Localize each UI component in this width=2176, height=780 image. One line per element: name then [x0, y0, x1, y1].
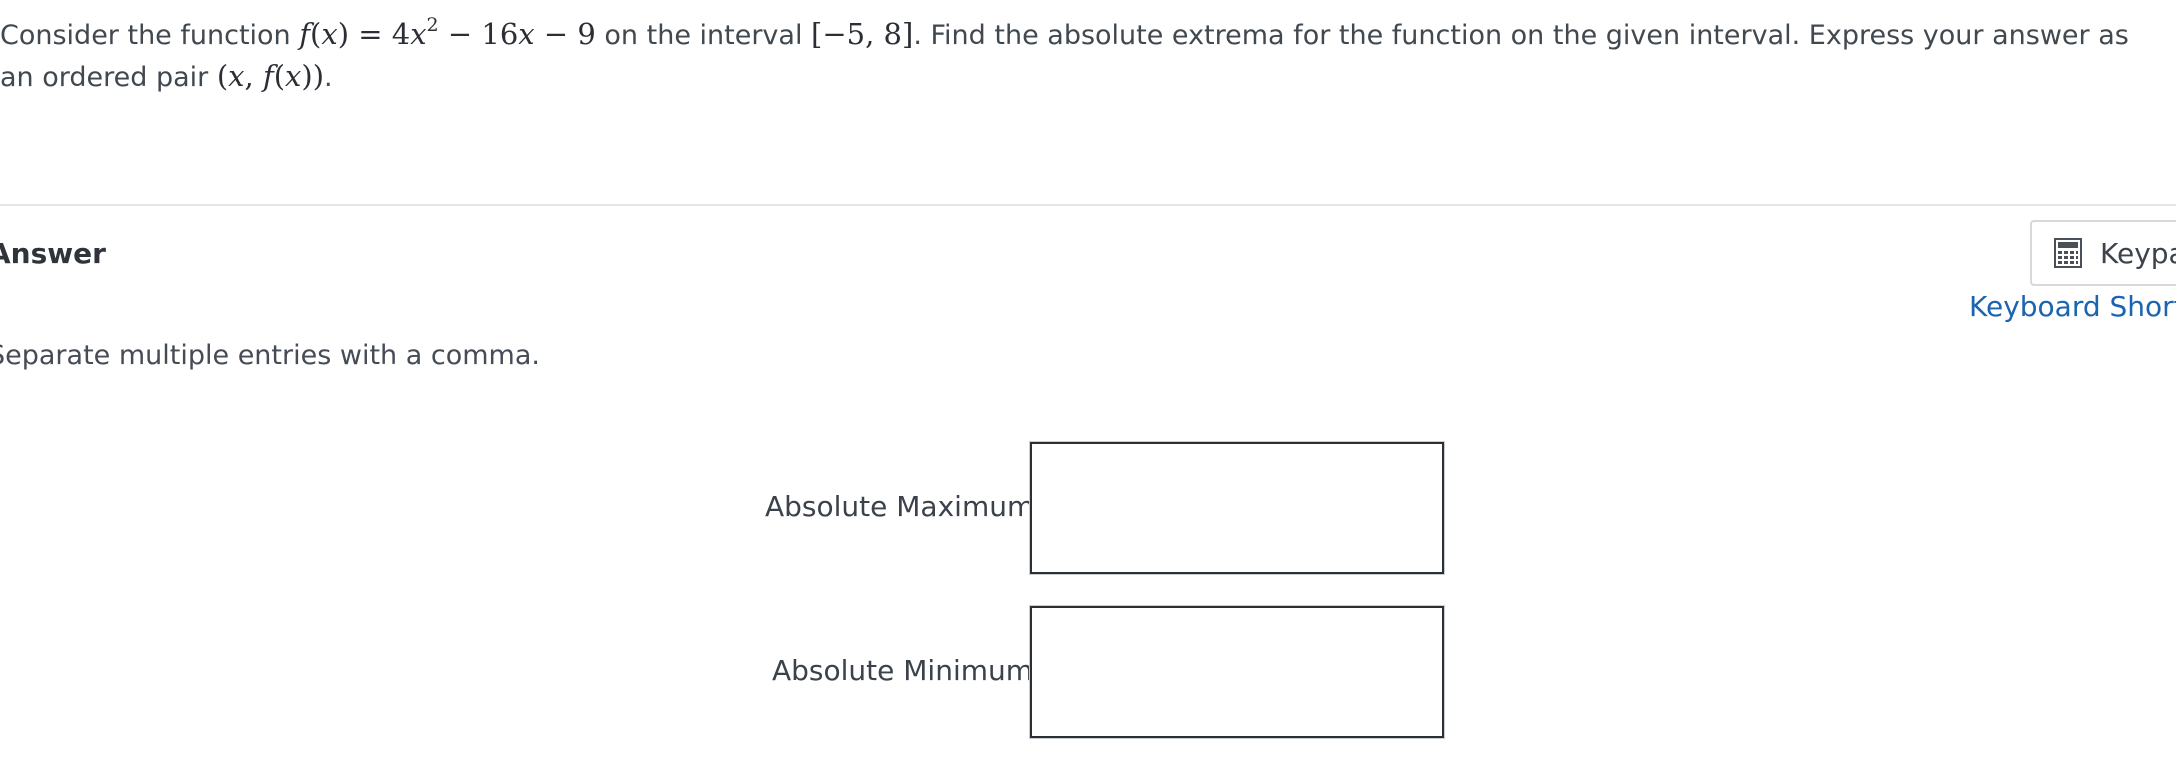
absolute-maximum-label: Absolute Maximum:: [765, 490, 1044, 523]
question-end: .: [324, 62, 333, 93]
keypad-label: Keypad: [2100, 236, 2176, 270]
function-expression: f(x) = 4x2 − 16x − 9: [299, 14, 596, 52]
section-divider: [0, 204, 2176, 206]
ordered-pair: (x, f(x)): [216, 59, 325, 93]
keyboard-shortcuts-link[interactable]: Keyboard Shortcuts: [1969, 290, 2176, 323]
absolute-maximum-input[interactable]: [1030, 442, 1444, 574]
question-intro: Consider the function: [0, 20, 300, 51]
keypad-button[interactable]: Keypad: [2030, 220, 2176, 286]
question-text: Consider the function f(x) = 4x2 − 16x −…: [0, 14, 2140, 98]
absolute-minimum-input[interactable]: [1030, 606, 1444, 738]
answer-heading: Answer: [0, 237, 106, 270]
question-middle: on the interval: [595, 20, 812, 51]
interval: [−5, 8]: [811, 17, 914, 51]
calculator-icon: [2054, 238, 2082, 268]
answer-instructions: Separate multiple entries with a comma.: [0, 340, 540, 371]
absolute-minimum-label: Absolute Minimum:: [772, 654, 1043, 687]
